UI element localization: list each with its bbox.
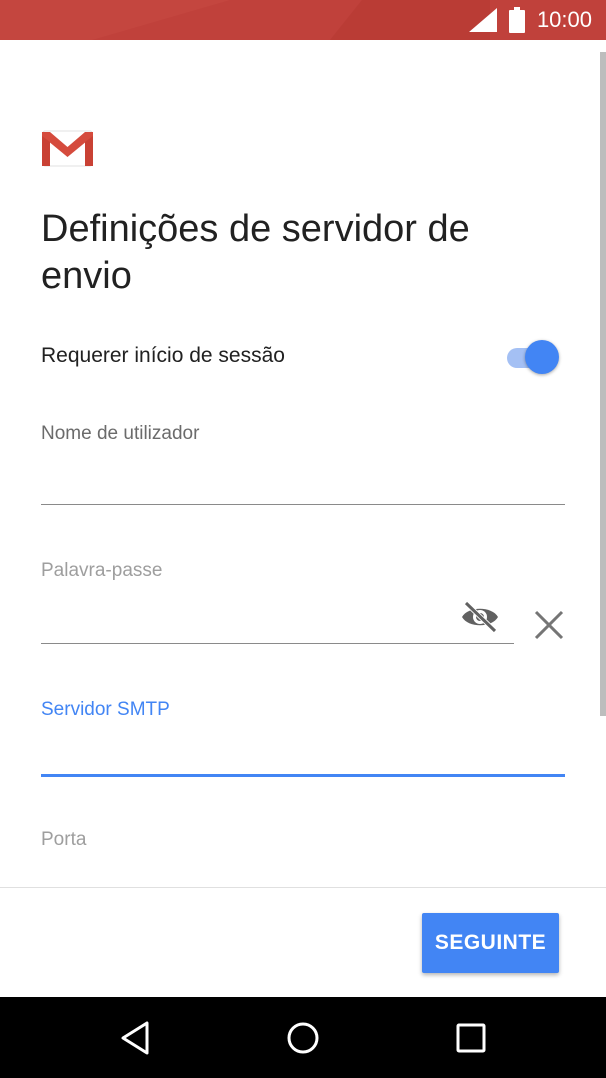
visibility-off-icon[interactable] [460, 600, 500, 634]
page-title: Definições de servidor de envio [41, 208, 470, 297]
signal-icon [468, 8, 497, 32]
next-button[interactable]: SEGUINTE [422, 913, 559, 973]
home-icon[interactable] [280, 1015, 326, 1061]
close-icon[interactable] [530, 606, 568, 644]
require-signin-toggle[interactable] [503, 338, 561, 378]
back-icon[interactable] [112, 1015, 158, 1061]
smtp-server-field[interactable] [41, 734, 565, 774]
password-underline [41, 643, 514, 644]
smtp-server-underline [41, 774, 565, 777]
gmail-logo [42, 130, 93, 167]
navigation-bar [0, 997, 606, 1078]
status-bar-decoration [330, 0, 490, 40]
status-icons: 10:00 [468, 0, 592, 40]
username-label: Nome de utilizador [41, 423, 200, 444]
footer-divider [0, 887, 606, 888]
require-signin-row[interactable]: Requerer início de sessão [41, 338, 565, 378]
port-label: Porta [41, 829, 87, 850]
status-bar-decoration [0, 0, 230, 40]
username-underline [41, 504, 565, 505]
recent-apps-icon[interactable] [448, 1015, 494, 1061]
toggle-thumb [525, 340, 559, 374]
battery-icon [508, 7, 525, 33]
password-label: Palavra-passe [41, 560, 163, 581]
status-bar: 10:00 [0, 0, 606, 40]
password-field[interactable] [41, 603, 451, 643]
status-time: 10:00 [536, 7, 592, 32]
require-signin-label: Requerer início de sessão [41, 344, 285, 367]
username-field[interactable] [41, 464, 565, 504]
smtp-server-label: Servidor SMTP [41, 699, 170, 720]
scroll-indicator[interactable] [600, 52, 606, 716]
